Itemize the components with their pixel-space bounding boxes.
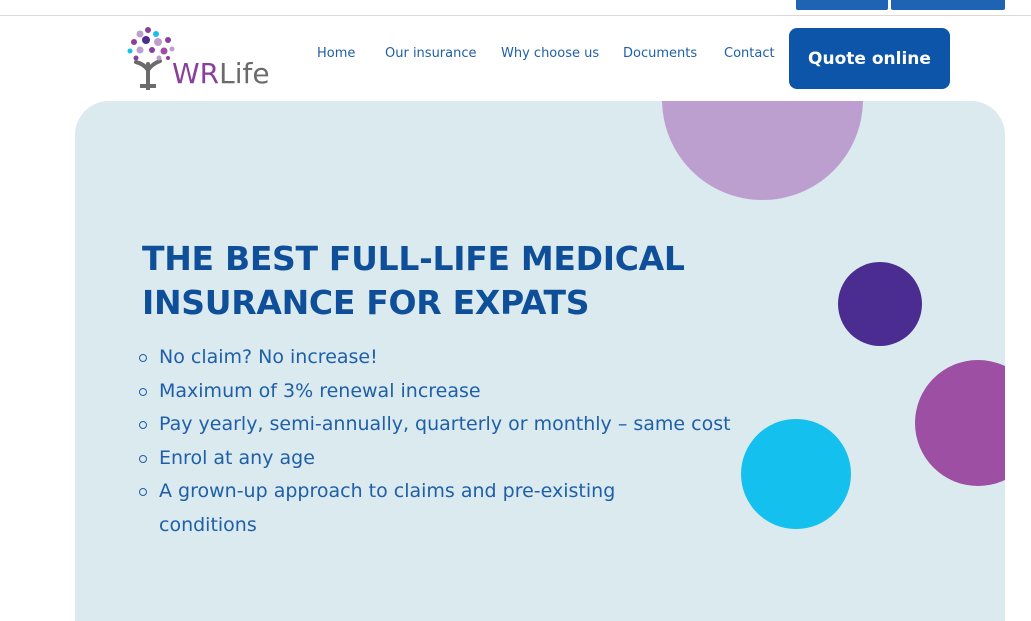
decorative-circle-lilac — [662, 101, 863, 200]
hero-headline: THE BEST FULL-LIFE MEDICAL INSURANCE FOR… — [142, 237, 722, 325]
tree-logo-icon — [127, 27, 175, 90]
logo-wordmark: WRLife — [172, 58, 270, 90]
hero-section: THE BEST FULL-LIFE MEDICAL INSURANCE FOR… — [75, 101, 1005, 621]
logo-text-life: Life — [219, 57, 270, 90]
nav-contact[interactable]: Contact — [724, 46, 775, 61]
decorative-circle-indigo — [838, 262, 922, 346]
language-button-1[interactable] — [796, 0, 888, 10]
nav-home[interactable]: Home — [317, 46, 355, 61]
nav-documents[interactable]: Documents — [623, 46, 697, 61]
nav-our-insurance[interactable]: Our insurance — [385, 46, 477, 61]
quote-online-button[interactable]: Quote online — [789, 28, 950, 89]
decorative-circle-purple — [915, 360, 1005, 486]
wrlife-logo[interactable]: WRLife — [126, 24, 270, 94]
hero-headline-line-2: INSURANCE FOR EXPATS — [142, 283, 590, 322]
benefit-item: Enrol at any age — [135, 442, 755, 476]
decorative-circle-cyan — [741, 419, 851, 529]
nav-why-choose-us[interactable]: Why choose us — [501, 46, 599, 61]
benefit-item: A grown-up approach to claims and pre-ex… — [135, 475, 719, 542]
top-utility-bar — [0, 0, 1031, 16]
benefit-item: Maximum of 3% renewal increase — [135, 375, 755, 409]
logo-text-wr: WR — [172, 57, 220, 90]
hero-headline-line-1: THE BEST FULL-LIFE MEDICAL — [142, 239, 685, 278]
benefits-list: No claim? No increase! Maximum of 3% ren… — [135, 341, 755, 542]
benefit-item: No claim? No increase! — [135, 341, 755, 375]
language-button-2[interactable] — [891, 0, 1005, 10]
benefit-item: Pay yearly, semi-annually, quarterly or … — [135, 408, 739, 442]
